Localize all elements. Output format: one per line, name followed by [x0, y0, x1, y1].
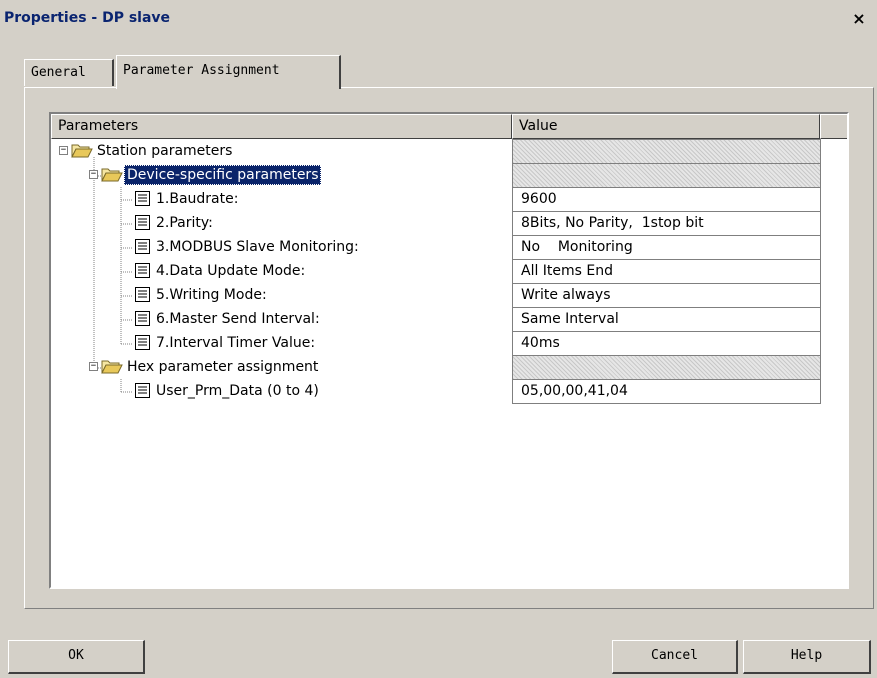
- ok-button[interactable]: OK: [8, 640, 145, 674]
- close-icon[interactable]: ×: [849, 11, 869, 29]
- tree-row-modbus-slave-monitoring[interactable]: 3.MODBUS Slave Monitoring: No Monitoring: [51, 235, 821, 260]
- document-icon: [135, 383, 150, 398]
- open-folder-icon: [101, 360, 123, 374]
- window-title: Properties - DP slave: [4, 10, 171, 26]
- document-icon: [135, 239, 150, 254]
- value-cell: [512, 163, 821, 188]
- tree-row-data-update-mode[interactable]: 4.Data Update Mode: All Items End: [51, 259, 821, 284]
- document-icon: [135, 287, 150, 302]
- tree-label: 3.MODBUS Slave Monitoring:: [156, 239, 359, 255]
- open-folder-icon: [101, 168, 123, 182]
- tree-row-parity[interactable]: 2.Parity: 8Bits, No Parity, 1stop bit: [51, 211, 821, 236]
- parameter-tree[interactable]: Parameters Value − Station parameters −: [49, 112, 849, 589]
- tree-label: Station parameters: [97, 143, 233, 159]
- tree-label: 6.Master Send Interval:: [156, 311, 320, 327]
- column-header-value[interactable]: Value: [512, 114, 820, 139]
- collapse-icon[interactable]: −: [59, 146, 68, 155]
- value-cell[interactable]: 9600: [512, 187, 821, 212]
- tree-row-interval-timer-value[interactable]: 7.Interval Timer Value: 40ms: [51, 331, 821, 356]
- value-cell[interactable]: 05,00,00,41,04: [512, 379, 821, 404]
- tree-row-hex-parameter-assignment[interactable]: − Hex parameter assignment: [51, 355, 821, 380]
- title-bar[interactable]: Properties - DP slave ×: [0, 0, 877, 35]
- tree-row-user-prm-data[interactable]: User_Prm_Data (0 to 4) 05,00,00,41,04: [51, 379, 821, 404]
- tree-label: Device-specific parameters: [124, 165, 322, 185]
- help-button[interactable]: Help: [743, 640, 871, 674]
- document-icon: [135, 191, 150, 206]
- tree-row-device-specific-parameters[interactable]: − Device-specific parameters: [51, 163, 821, 188]
- collapse-icon[interactable]: −: [89, 362, 98, 371]
- tree-label: 7.Interval Timer Value:: [156, 335, 316, 351]
- tree-label: User_Prm_Data (0 to 4): [156, 383, 319, 399]
- document-icon: [135, 311, 150, 326]
- value-cell: [512, 355, 821, 380]
- value-cell[interactable]: Write always: [512, 283, 821, 308]
- tree-label: 4.Data Update Mode:: [156, 263, 306, 279]
- value-cell: [512, 139, 821, 164]
- value-cell[interactable]: 40ms: [512, 331, 821, 356]
- tree-row-writing-mode[interactable]: 5.Writing Mode: Write always: [51, 283, 821, 308]
- document-icon: [135, 263, 150, 278]
- tree-label: 1.Baudrate:: [156, 191, 239, 207]
- tree-row-baudrate[interactable]: 1.Baudrate: 9600: [51, 187, 821, 212]
- document-icon: [135, 215, 150, 230]
- value-cell[interactable]: Same Interval: [512, 307, 821, 332]
- value-cell[interactable]: All Items End: [512, 259, 821, 284]
- tree-label: 5.Writing Mode:: [156, 287, 267, 303]
- tree-row-master-send-interval[interactable]: 6.Master Send Interval: Same Interval: [51, 307, 821, 332]
- tree-label: Hex parameter assignment: [127, 359, 319, 375]
- collapse-icon[interactable]: −: [89, 170, 98, 179]
- tree-label: 2.Parity:: [156, 215, 213, 231]
- column-header-filler: [820, 114, 847, 139]
- value-cell[interactable]: No Monitoring: [512, 235, 821, 260]
- tab-general[interactable]: General: [24, 59, 114, 86]
- value-cell[interactable]: 8Bits, No Parity, 1stop bit: [512, 211, 821, 236]
- document-icon: [135, 335, 150, 350]
- open-folder-icon: [71, 144, 93, 158]
- cancel-button[interactable]: Cancel: [612, 640, 738, 674]
- tab-parameter-assignment[interactable]: Parameter Assignment: [116, 55, 341, 89]
- tree-row-station-parameters[interactable]: − Station parameters: [51, 139, 821, 164]
